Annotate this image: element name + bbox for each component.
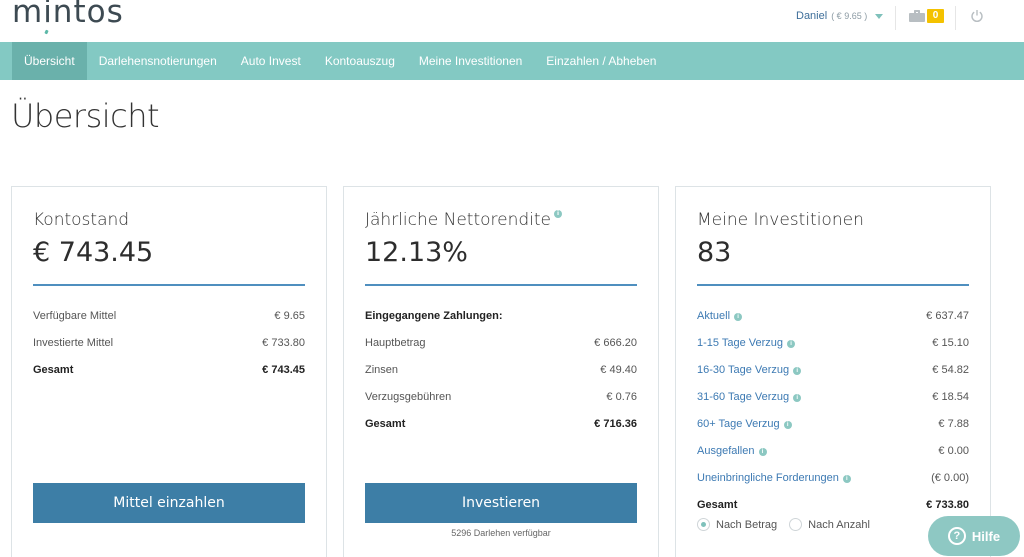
radio-by-amount[interactable]: Nach Betrag <box>697 518 777 531</box>
info-icon[interactable]: i <box>787 339 796 348</box>
nav-item-account-statement[interactable]: Kontoauszug <box>313 42 407 80</box>
table-row-total: Gesamt € 733.80 <box>697 499 969 511</box>
table-row-total: Gesamt € 743.45 <box>33 364 305 376</box>
logo-accent <box>44 29 49 35</box>
table-row: Investierte Mittel € 733.80 <box>33 337 305 349</box>
card-divider <box>365 284 637 286</box>
card-title: Meine Investitionen <box>697 210 864 230</box>
investments-rows: Aktuell i € 637.47 1-15 Tage Verzug i € 15… <box>697 303 969 519</box>
nav-item-loan-listings[interactable]: Darlehensnotierungen <box>87 42 229 80</box>
net-return-card: Jährliche Nettorendite i 12.13% Eingegang… <box>343 186 659 557</box>
table-row[interactable]: 60+ Tage Verzug i € 7.88 <box>697 411 969 438</box>
info-icon[interactable]: i <box>734 312 743 321</box>
info-icon[interactable]: i <box>793 393 802 402</box>
radio-by-count[interactable]: Nach Anzahl <box>789 518 870 531</box>
question-icon: ? <box>947 527 966 545</box>
loans-available-text: 5296 Darlehen verfügbar <box>451 528 551 538</box>
header-divider <box>895 6 896 30</box>
mintos-logo[interactable]: mintos <box>12 0 124 30</box>
power-icon[interactable] <box>970 9 984 23</box>
table-row[interactable]: 1-15 Tage Verzug i € 15.10 <box>697 330 969 357</box>
balance-rows: Verfügbare Mittel € 9.65 Investierte Mit… <box>33 303 305 384</box>
info-icon[interactable]: i <box>783 420 792 429</box>
section-heading: Eingegangene Zahlungen: <box>365 310 503 322</box>
card-divider <box>33 284 305 286</box>
info-icon[interactable]: i <box>758 447 767 456</box>
main-nav: Übersicht Darlehensnotierungen Auto Inve… <box>0 42 1024 80</box>
table-row[interactable]: Ausgefallen i € 0.00 <box>697 438 969 465</box>
top-bar: mintos Daniel ( € 9.65 ) 0 <box>0 0 1024 42</box>
payments-rows: Eingegangene Zahlungen: Hauptbetrag € 66… <box>365 303 637 438</box>
table-row[interactable]: 31-60 Tage Verzug i € 18.54 <box>697 384 969 411</box>
nav-item-deposit-withdraw[interactable]: Einzahlen / Abheben <box>534 42 668 80</box>
table-row[interactable]: Aktuell i € 637.47 <box>697 303 969 330</box>
chevron-down-icon <box>875 13 884 19</box>
table-row[interactable]: Uneinbringliche Forderungen i (€ 0.00) <box>697 465 969 492</box>
info-icon[interactable]: i <box>554 210 563 218</box>
table-row: Verfügbare Mittel € 9.65 <box>33 310 305 322</box>
table-row[interactable]: 16-30 Tage Verzug i € 54.82 <box>697 357 969 384</box>
user-menu[interactable]: Daniel ( € 9.65 ) <box>796 10 884 22</box>
info-icon[interactable]: i <box>842 474 851 483</box>
help-button[interactable]: ? Hilfe <box>928 516 1020 556</box>
card-title: Kontostand <box>33 210 130 230</box>
investments-count: 83 <box>697 237 732 268</box>
nav-item-my-investments[interactable]: Meine Investitionen <box>407 42 534 80</box>
invest-button[interactable]: Investieren <box>365 483 637 523</box>
view-mode-radios: Nach Betrag Nach Anzahl <box>697 518 870 531</box>
radio-unselected-icon[interactable] <box>789 518 803 531</box>
user-balance: ( € 9.65 ) <box>831 11 868 21</box>
balance-value: € 743.45 <box>33 237 154 268</box>
card-title: Jährliche Nettorendite i <box>365 210 563 230</box>
table-row: Verzugsgebühren € 0.76 <box>365 391 637 403</box>
investments-card: Meine Investitionen 83 Aktuell i € 637.47… <box>675 186 991 557</box>
nav-item-auto-invest[interactable]: Auto Invest <box>229 42 313 80</box>
briefcase-icon[interactable] <box>909 10 925 22</box>
notification-badge[interactable]: 0 <box>927 9 944 23</box>
table-row: Zinsen € 49.40 <box>365 364 637 376</box>
info-icon[interactable]: i <box>793 366 802 375</box>
nav-item-overview[interactable]: Übersicht <box>12 42 87 80</box>
user-name: Daniel <box>796 10 828 22</box>
deposit-funds-button[interactable]: Mittel einzahlen <box>33 483 305 523</box>
table-row-total: Gesamt € 716.36 <box>365 418 637 430</box>
card-divider <box>697 284 969 286</box>
header-divider <box>955 6 956 30</box>
radio-selected-icon[interactable] <box>697 518 710 531</box>
page-title: Übersicht <box>11 97 160 135</box>
balance-card: Kontostand € 743.45 Verfügbare Mittel € … <box>11 186 327 557</box>
net-return-value: 12.13% <box>365 237 468 268</box>
table-row: Hauptbetrag € 666.20 <box>365 337 637 349</box>
